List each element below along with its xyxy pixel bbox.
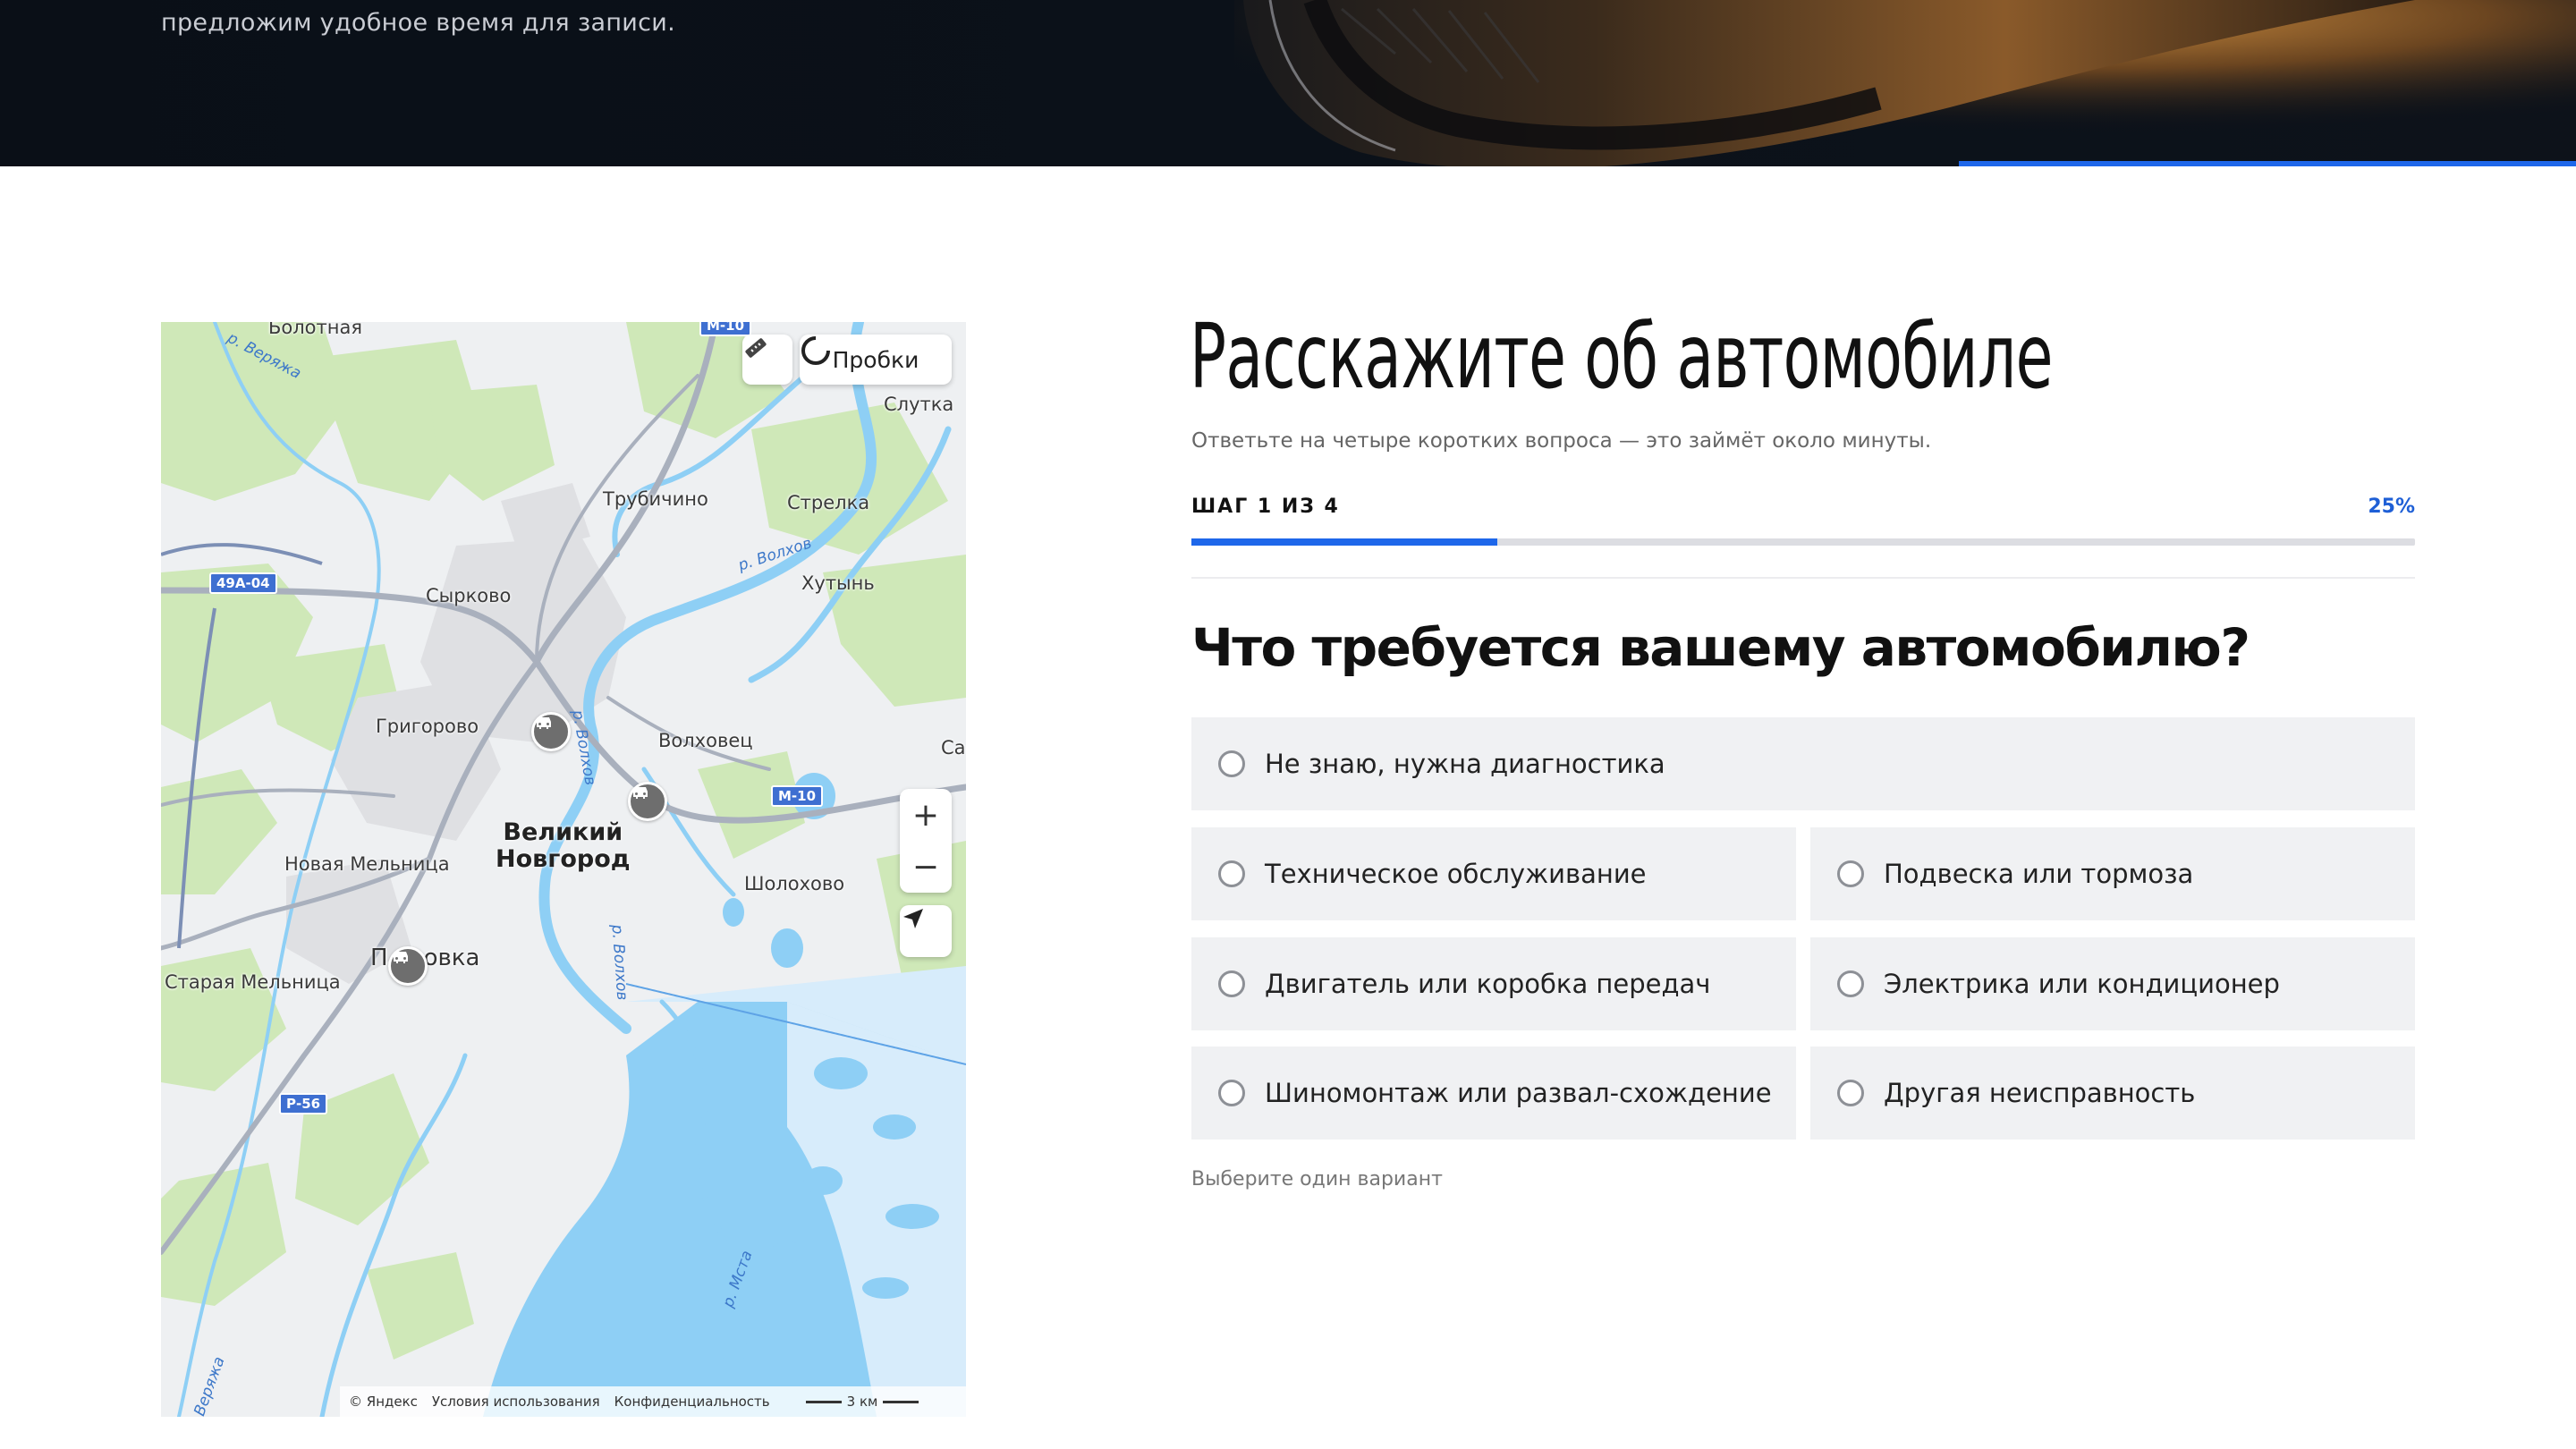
option-suspension[interactable]: Подвеска или тормоза bbox=[1810, 827, 2415, 920]
option-maintenance[interactable]: Техническое обслуживание bbox=[1191, 827, 1796, 920]
map-place-label: Новая Мельница bbox=[284, 853, 450, 875]
map-place-label: Трубичино bbox=[603, 488, 708, 510]
car-icon bbox=[633, 787, 648, 799]
choice-hint: Выберите один вариант bbox=[1191, 1168, 1443, 1191]
map-footer: © Яндекс Условия использования Конфиденц… bbox=[340, 1386, 966, 1417]
car-service-marker[interactable] bbox=[628, 782, 667, 821]
option-electrics[interactable]: Электрика или кондиционер bbox=[1810, 937, 2415, 1030]
radio-button[interactable] bbox=[1837, 1080, 1864, 1106]
radio-button[interactable] bbox=[1218, 860, 1245, 887]
option-label: Двигатель или коробка передач bbox=[1265, 969, 1711, 999]
radio-button[interactable] bbox=[1837, 860, 1864, 887]
zoom-control[interactable]: + − bbox=[900, 789, 952, 893]
quiz-subtitle: Ответьте на четыре коротких вопроса — эт… bbox=[1191, 429, 1932, 453]
traffic-button[interactable]: Пробки bbox=[800, 335, 952, 385]
map-scale-label: 3 км bbox=[846, 1394, 878, 1410]
traffic-label: Пробки bbox=[832, 346, 919, 373]
car-icon bbox=[537, 717, 551, 729]
map-place-label: Сa bbox=[941, 737, 966, 758]
map-place-label: Болотная bbox=[268, 322, 362, 338]
map-place-label: Шолохово bbox=[744, 873, 845, 894]
hero-progress-bar bbox=[1959, 161, 2576, 166]
option-tires[interactable]: Шиномонтаж или развал-схождение bbox=[1191, 1046, 1796, 1140]
option-label: Подвеска или тормоза bbox=[1884, 859, 2194, 889]
option-label: Шиномонтаж или развал-схождение bbox=[1265, 1078, 1772, 1108]
step-progress-fill bbox=[1191, 538, 1497, 546]
ruler-button[interactable] bbox=[742, 335, 792, 385]
map-place-label: Хутынь bbox=[801, 572, 875, 594]
divider bbox=[1191, 577, 2415, 579]
step-progress-track bbox=[1191, 538, 2415, 546]
map-place-label: Стрелка bbox=[787, 492, 870, 513]
map-place-label: Григорово bbox=[376, 716, 479, 737]
question-heading: Что требуется вашему автомобилю? bbox=[1191, 617, 2250, 678]
road-number-badge: 49А-04 bbox=[209, 572, 277, 594]
location-arrow-icon bbox=[903, 909, 923, 928]
car-service-marker[interactable] bbox=[531, 712, 571, 751]
radio-button[interactable] bbox=[1218, 1080, 1245, 1106]
car-icon bbox=[394, 952, 408, 963]
option-label: Не знаю, нужна диагностика bbox=[1265, 749, 1665, 779]
map-city-label: Великий Новгород bbox=[496, 819, 631, 873]
map-place-label: Старая Мельница bbox=[165, 971, 341, 993]
option-other[interactable]: Другая неисправность bbox=[1810, 1046, 2415, 1140]
option-label: Техническое обслуживание bbox=[1265, 859, 1647, 889]
zoom-out-button[interactable]: − bbox=[900, 841, 952, 893]
geolocation-button[interactable] bbox=[900, 905, 952, 957]
city-name-line1: Великий bbox=[503, 818, 623, 846]
road-number-badge: М-10 bbox=[771, 785, 824, 807]
step-percent: 25% bbox=[2368, 496, 2415, 518]
radio-button[interactable] bbox=[1837, 970, 1864, 997]
map-terms-link[interactable]: Условия использования bbox=[432, 1394, 600, 1410]
option-diagnostics[interactable]: Не знаю, нужна диагностика bbox=[1191, 717, 2415, 810]
radio-button[interactable] bbox=[1218, 970, 1245, 997]
option-label: Электрика или кондиционер bbox=[1884, 969, 2280, 999]
zoom-in-button[interactable]: + bbox=[900, 789, 952, 841]
car-service-marker[interactable] bbox=[388, 946, 428, 986]
map-copyright[interactable]: © Яндекс bbox=[349, 1394, 418, 1410]
hero-banner: предложим удобное время для записи. bbox=[0, 0, 2576, 166]
option-engine[interactable]: Двигатель или коробка передач bbox=[1191, 937, 1796, 1030]
map-privacy-link[interactable]: Конфиденциальность bbox=[614, 1394, 770, 1410]
city-name-line2: Новгород bbox=[496, 845, 631, 873]
map-widget[interactable]: Болотная Слутка Трубичино Стрелка Сырков… bbox=[161, 322, 966, 1417]
traffic-icon bbox=[801, 335, 831, 365]
map-place-label: Волховец bbox=[658, 730, 753, 751]
map-place-label: Сырково bbox=[426, 585, 512, 606]
ruler-icon bbox=[745, 338, 767, 358]
hero-subtitle: предложим удобное время для записи. bbox=[161, 9, 676, 37]
map-scale: 3 км bbox=[805, 1394, 919, 1410]
option-label: Другая неисправность bbox=[1884, 1078, 2196, 1108]
road-number-badge: Р-56 bbox=[279, 1093, 328, 1114]
map-place-label: Слутка bbox=[884, 394, 954, 415]
quiz-title: Расскажите об автомобиле bbox=[1190, 304, 2054, 409]
radio-button[interactable] bbox=[1218, 750, 1245, 777]
step-label: ШАГ 1 ИЗ 4 bbox=[1191, 496, 1340, 518]
